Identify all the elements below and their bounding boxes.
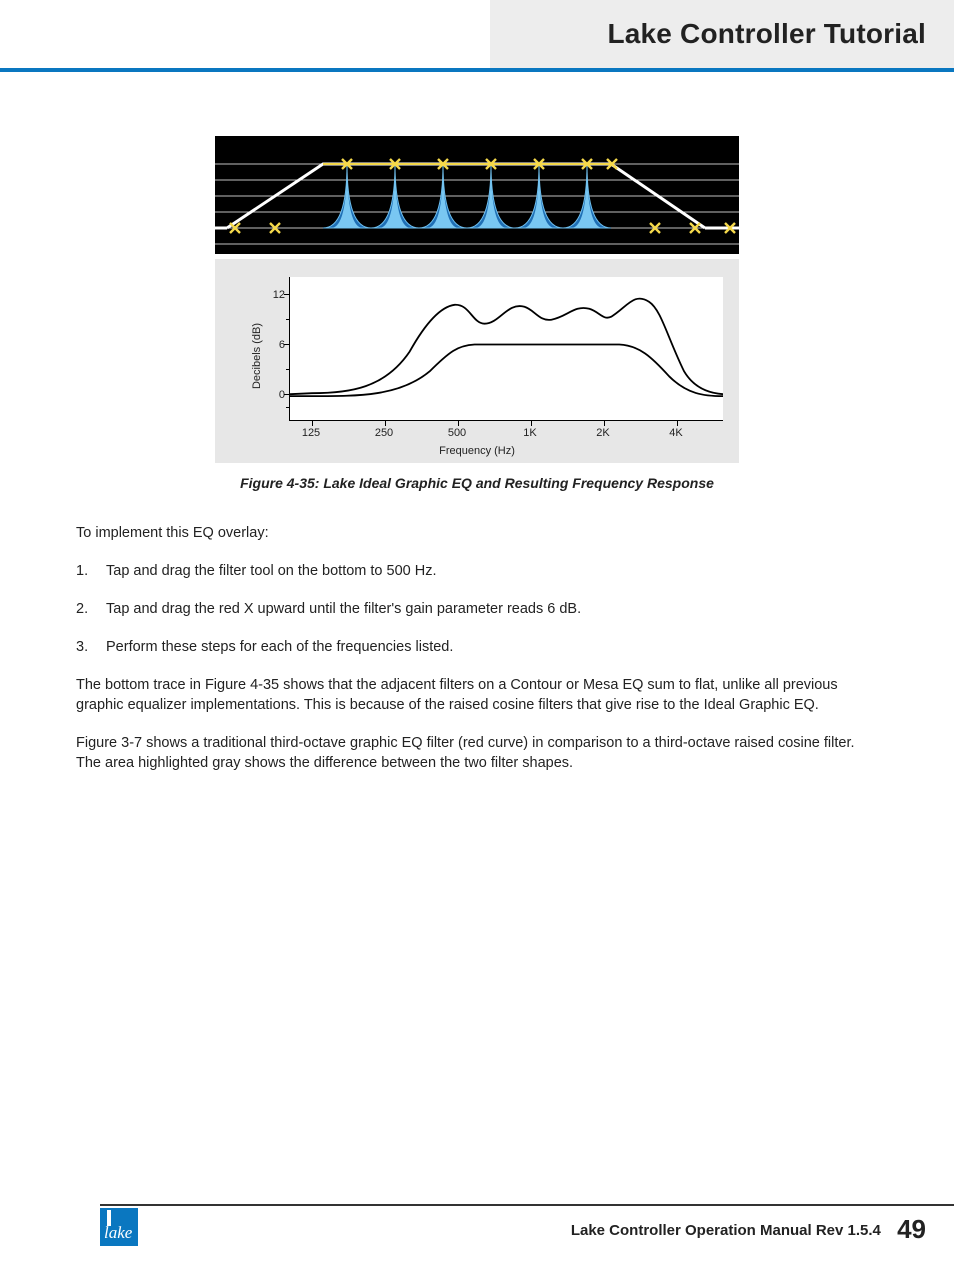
body-content: To implement this EQ overlay: Tap and dr… [76, 523, 878, 773]
page-number: 49 [897, 1214, 926, 1244]
figure-caption: Figure 4-35: Lake Ideal Graphic EQ and R… [215, 475, 739, 491]
step-1: Tap and drag the filter tool on the bott… [76, 561, 878, 581]
page-footer: lake Lake Controller Operation Manual Re… [0, 1204, 954, 1250]
x-tick-1k: 1K [523, 427, 536, 439]
step-2: Tap and drag the red X upward until the … [76, 599, 878, 619]
x-axis-label: Frequency (Hz) [439, 445, 515, 457]
y-tick-6: 6 [263, 339, 285, 351]
x-tick-250: 250 [375, 427, 393, 439]
steps-list: Tap and drag the filter tool on the bott… [76, 561, 878, 657]
figure-block: Decibels (dB) 12 6 0 MAGNITUDE [215, 136, 739, 491]
y-axis-label: Decibels (dB) [251, 323, 263, 389]
y-tick-0: 0 [263, 389, 285, 401]
header-rule [0, 68, 954, 72]
manual-name: Lake Controller Operation Manual Rev 1.5… [571, 1222, 881, 1239]
x-tick-2k: 2K [596, 427, 609, 439]
footer-text: Lake Controller Operation Manual Rev 1.5… [571, 1214, 926, 1245]
chart-plot-area [289, 277, 723, 421]
intro-text: To implement this EQ overlay: [76, 523, 878, 543]
header-background: Lake Controller Tutorial [490, 0, 954, 68]
paragraph-1: The bottom trace in Figure 4-35 shows th… [76, 675, 878, 715]
x-tick-500: 500 [448, 427, 466, 439]
lake-logo-icon: lake [100, 1208, 138, 1246]
paragraph-2: Figure 3-7 shows a traditional third-oct… [76, 733, 878, 773]
x-tick-125: 125 [302, 427, 320, 439]
step-3: Perform these steps for each of the freq… [76, 637, 878, 657]
footer-rule [100, 1204, 954, 1206]
upper-response-curve [290, 299, 723, 395]
page-header: Lake Controller Tutorial [0, 0, 954, 72]
eq-overlay-image [215, 136, 739, 254]
y-tick-12: 12 [263, 289, 285, 301]
x-tick-4k: 4K [669, 427, 682, 439]
magnitude-chart: Decibels (dB) 12 6 0 MAGNITUDE [215, 259, 739, 463]
page-title: Lake Controller Tutorial [607, 18, 926, 50]
